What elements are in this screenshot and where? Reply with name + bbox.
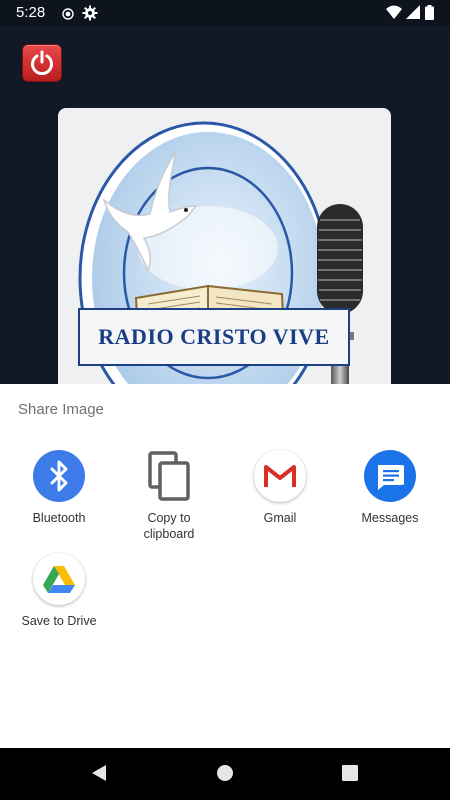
app-screen: RADIO CRISTO VIVE [0, 26, 450, 384]
status-bar: 5:28 [0, 0, 450, 26]
recents-icon[interactable] [340, 763, 360, 788]
power-icon [31, 50, 53, 76]
share-target-label: Copy to clipboard [143, 511, 195, 541]
share-target-messages[interactable]: Messages [334, 450, 446, 526]
share-sheet: Share Image Bluetooth Copy to clipboard … [0, 384, 450, 748]
record-icon [62, 7, 74, 25]
share-target-bluetooth[interactable]: Bluetooth [3, 450, 115, 526]
drive-icon [33, 553, 85, 605]
share-sheet-title: Share Image [18, 401, 104, 418]
wifi-icon [386, 5, 402, 24]
share-target-copy[interactable]: Copy to clipboard [113, 450, 225, 542]
share-target-label: Gmail [263, 511, 297, 525]
bluetooth-icon [33, 450, 85, 502]
share-target-label: Messages [361, 511, 419, 525]
power-button[interactable] [22, 44, 62, 82]
messages-icon [364, 450, 416, 502]
share-target-label: Bluetooth [32, 511, 86, 525]
signal-icon [406, 5, 420, 24]
share-target-drive[interactable]: Save to Drive [3, 553, 115, 629]
station-logo: RADIO CRISTO VIVE [58, 108, 391, 384]
share-target-gmail[interactable]: Gmail [224, 450, 336, 526]
battery-icon [425, 5, 434, 25]
gear-icon [82, 5, 98, 26]
navigation-bar [0, 748, 450, 800]
status-time: 5:28 [16, 4, 46, 21]
gmail-icon [254, 450, 306, 502]
back-icon[interactable] [89, 763, 109, 788]
share-target-label: Save to Drive [21, 614, 97, 628]
copy-icon [143, 450, 195, 502]
logo-title: RADIO CRISTO VIVE [78, 308, 350, 366]
home-icon[interactable] [215, 763, 235, 788]
